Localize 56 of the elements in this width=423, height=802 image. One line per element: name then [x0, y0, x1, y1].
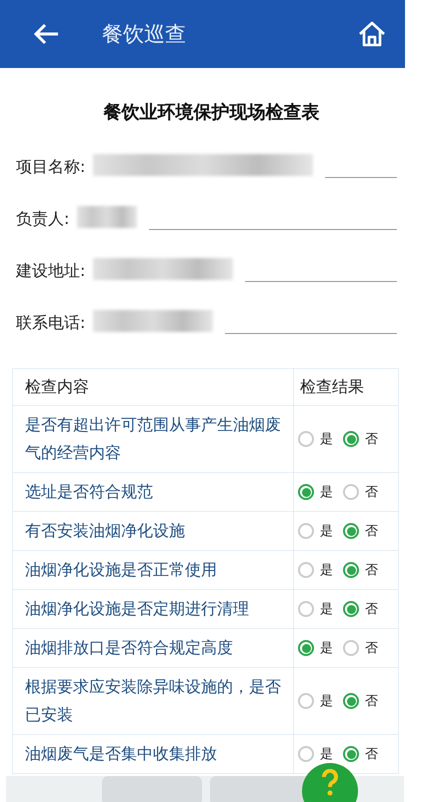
- field-label: 项目名称:: [16, 157, 86, 178]
- check-item: 有否安装油烟净化设施: [12, 512, 294, 550]
- radio-option[interactable]: 是: [298, 600, 333, 618]
- back-icon[interactable]: [32, 22, 60, 46]
- radio-button[interactable]: [298, 562, 314, 578]
- home-icon[interactable]: [357, 19, 387, 49]
- radio-option[interactable]: 否: [343, 600, 378, 618]
- check-item: 油烟净化设施是否定期进行清理: [12, 590, 294, 628]
- page-title: 餐饮巡查: [102, 21, 187, 48]
- column-header: 检查结果: [294, 368, 398, 406]
- form-title: 餐饮业环境保护现场检查表: [102, 101, 320, 124]
- check-item: 油烟排放口是否符合规定高度: [12, 628, 294, 668]
- radio-button[interactable]: [298, 601, 314, 617]
- question-mark-icon: [320, 769, 340, 797]
- radio-option[interactable]: 否: [343, 639, 378, 657]
- radio-button[interactable]: [298, 431, 314, 447]
- radio-option[interactable]: 是: [298, 639, 333, 657]
- check-item: 根据要求应安装除异味设施的，是否已安装: [12, 668, 294, 734]
- radio-button[interactable]: [298, 523, 314, 539]
- check-item: 油烟废气是否集中收集排放: [12, 734, 294, 774]
- radio-button[interactable]: [343, 484, 359, 500]
- field-label: 负责人:: [16, 209, 70, 230]
- radio-button[interactable]: [298, 693, 314, 709]
- radio-button[interactable]: [298, 640, 314, 656]
- radio-button[interactable]: [343, 562, 359, 578]
- radio-button[interactable]: [298, 484, 314, 500]
- radio-option[interactable]: 是: [298, 483, 333, 501]
- radio-button[interactable]: [343, 693, 359, 709]
- radio-button[interactable]: [343, 601, 359, 617]
- radio-button[interactable]: [343, 746, 359, 762]
- redacted-value: [77, 206, 138, 228]
- fill-in-line[interactable]: [225, 332, 397, 334]
- radio-option[interactable]: 否: [343, 745, 378, 763]
- field-label: 联系电话:: [16, 313, 86, 334]
- fill-in-line[interactable]: [245, 280, 397, 282]
- radio-button[interactable]: [343, 523, 359, 539]
- radio-button[interactable]: [298, 746, 314, 762]
- radio-option[interactable]: 是: [298, 561, 333, 579]
- radio-option[interactable]: 否: [343, 561, 378, 579]
- radio-option[interactable]: 否: [343, 692, 378, 710]
- radio-button[interactable]: [343, 640, 359, 656]
- fill-in-line[interactable]: [325, 176, 397, 178]
- check-item: 是否有超出许可范围从事产生油烟废气的经营内容: [12, 406, 294, 472]
- field-label: 建设地址:: [16, 261, 86, 282]
- fill-in-line[interactable]: [149, 228, 397, 230]
- column-header: 检查内容: [12, 368, 294, 406]
- radio-option[interactable]: 是: [298, 430, 333, 448]
- radio-option[interactable]: 是: [298, 522, 333, 540]
- radio-option[interactable]: 是: [298, 692, 333, 710]
- radio-option[interactable]: 否: [343, 522, 378, 540]
- radio-button[interactable]: [343, 431, 359, 447]
- radio-option[interactable]: 是: [298, 745, 333, 763]
- radio-option[interactable]: 否: [343, 483, 378, 501]
- radio-option[interactable]: 否: [343, 430, 378, 448]
- check-item: 油烟净化设施是否正常使用: [12, 550, 294, 590]
- check-item: 选址是否符合规范: [12, 472, 294, 512]
